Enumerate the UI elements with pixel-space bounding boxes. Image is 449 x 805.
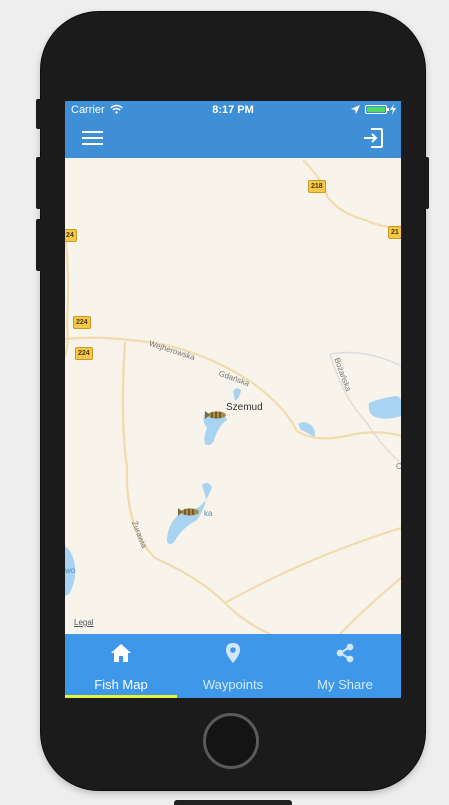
road-shield-218: 218 [308,180,326,193]
active-tab-indicator [65,695,177,698]
device-stand [174,800,292,805]
lake-label-south: ka [204,509,213,518]
mute-switch [36,99,42,129]
tab-label-my-share: My Share [317,677,373,692]
home-button[interactable] [203,713,259,769]
hamburger-menu-icon[interactable] [82,130,103,146]
sign-out-icon[interactable] [362,127,384,149]
road-shield-224: 224 [75,347,93,360]
road-shield-21: 21 [388,226,401,239]
map-legal-link[interactable]: Legal [74,618,94,627]
tab-fish-map[interactable]: Fish Map [65,634,177,698]
app-screen: Carrier 8:17 PM Szemud Wejherowska Gdańs… [65,101,401,698]
tab-label-fish-map: Fish Map [94,677,148,692]
tab-bar: Fish Map Waypoints My Share [65,634,401,698]
tab-my-share[interactable]: My Share [289,634,401,698]
volume-up-button [36,157,42,209]
lake-label-west: wo [65,566,76,575]
share-icon [336,643,354,663]
road-shield-224-top: 24 [65,229,77,242]
town-label: Szemud [226,402,263,413]
tab-waypoints[interactable]: Waypoints [177,634,289,698]
street-label-east: O [396,462,401,471]
road-shield-224: 224 [73,316,91,329]
home-icon [111,644,131,662]
nav-bar [65,119,401,158]
battery-charging-icon [365,105,389,114]
map-pin-icon [226,643,240,663]
map-view[interactable]: Szemud Wejherowska Gdańska Bożańska Żura… [65,158,401,634]
charging-bolt-icon [390,104,396,115]
status-bar: Carrier 8:17 PM [65,101,401,119]
volume-down-button [36,219,42,271]
power-button [424,157,429,209]
tab-label-waypoints: Waypoints [202,677,264,692]
location-arrow-icon [351,105,360,114]
map-roads-layer [65,159,401,634]
